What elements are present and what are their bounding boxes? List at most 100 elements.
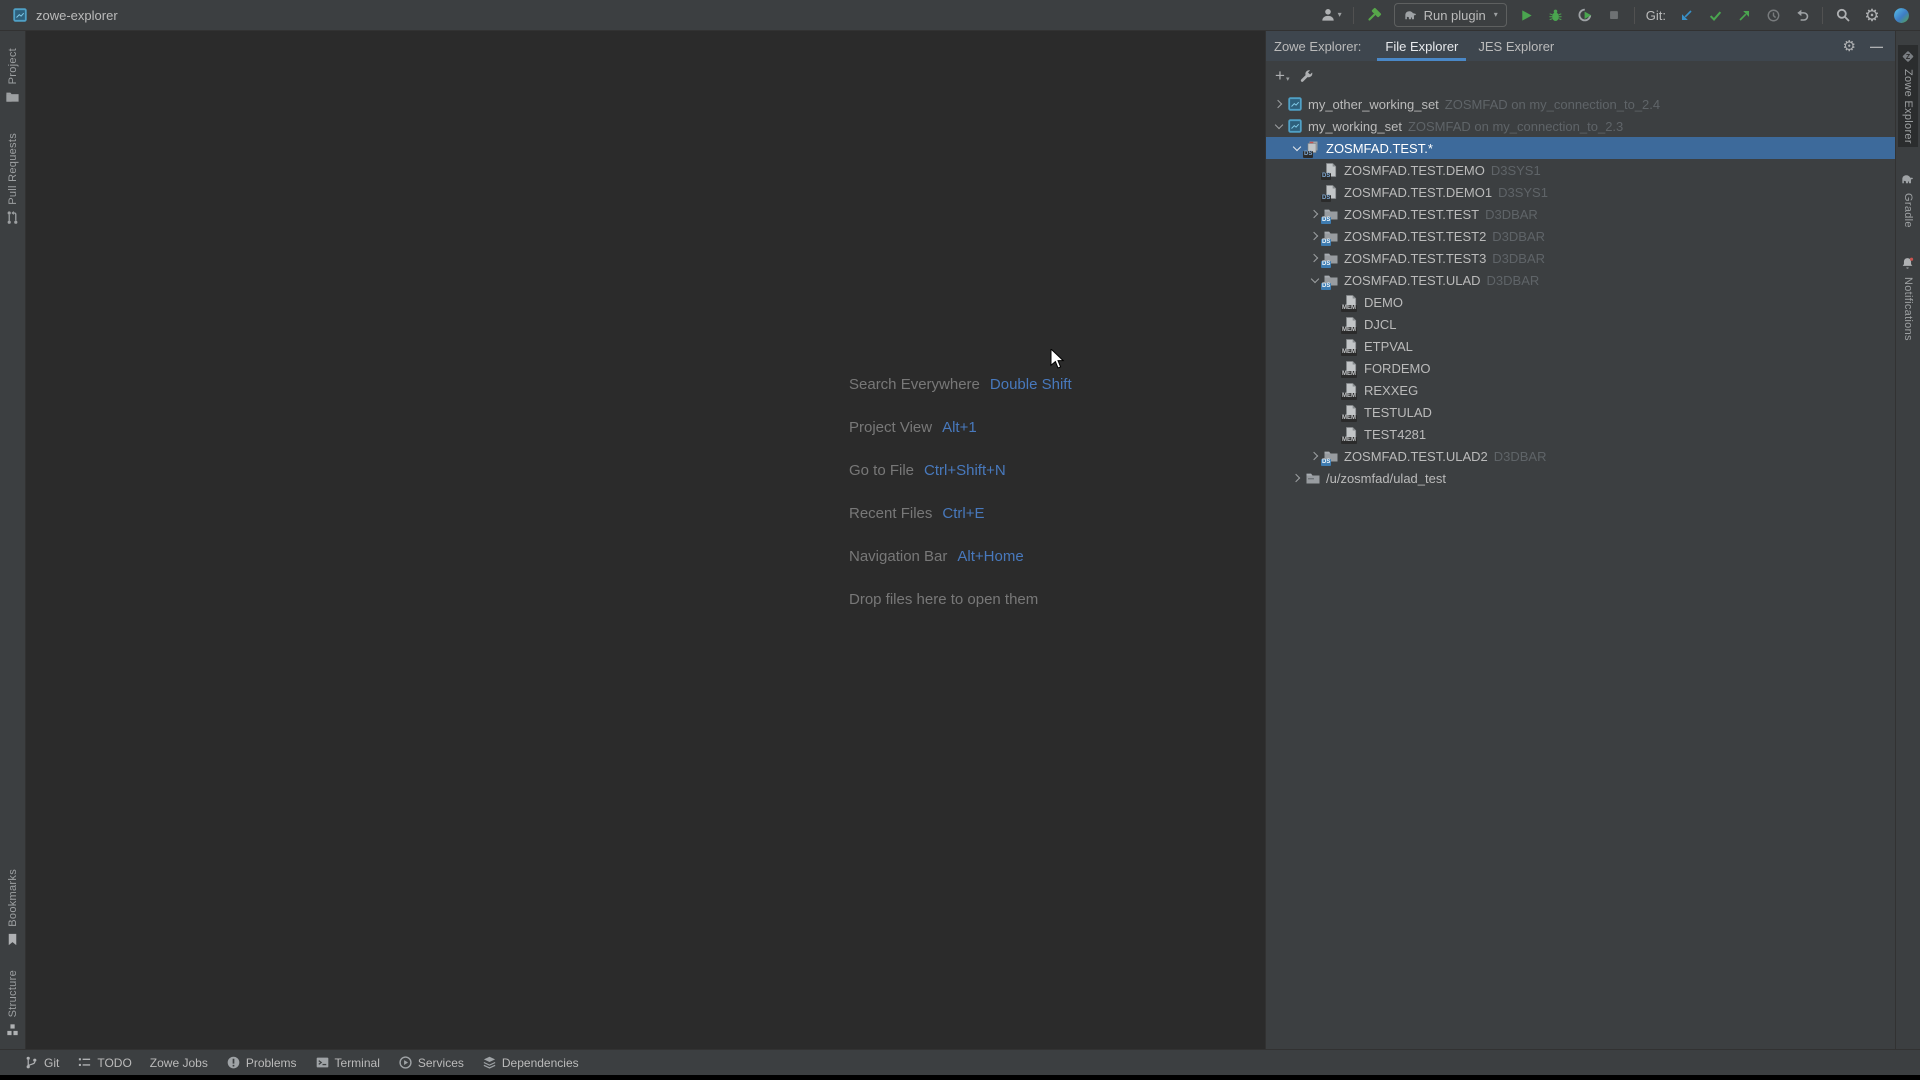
status-item-label: Zowe Jobs [150, 1056, 208, 1070]
toolbar-separator [1353, 7, 1354, 24]
tree-row[interactable]: ZOSMFAD.TEST.TEST2 D3DBAR [1266, 225, 1895, 247]
build-button[interactable] [1365, 4, 1383, 26]
settings-wrench-button[interactable] [1299, 69, 1314, 84]
tree-node-label: TEST4281 [1364, 427, 1426, 442]
stripe-button-label: Gradle [1902, 193, 1914, 228]
tree-row[interactable]: FORDEMO [1266, 357, 1895, 379]
status-bar-item[interactable]: Git [24, 1055, 59, 1070]
git-commit-button[interactable] [1706, 4, 1724, 26]
stripe-button[interactable]: Structure [3, 967, 23, 1041]
status-bar-item[interactable]: Problems [226, 1055, 297, 1070]
tree-node-suffix: D3DBAR [1485, 207, 1538, 222]
profile-avatar-button[interactable] [1892, 4, 1910, 26]
tree-node-suffix: D3DBAR [1494, 449, 1547, 464]
toolwindow-tab[interactable]: JES Explorer [1468, 31, 1564, 61]
stripe-button[interactable]: Pull Requests [3, 130, 23, 229]
status-bar-item[interactable]: Zowe Jobs [150, 1056, 208, 1070]
tree-row[interactable]: ZOSMFAD.TEST.TEST3 D3DBAR [1266, 247, 1895, 269]
toolbar-separator [1822, 7, 1823, 24]
tree-row[interactable]: ZOSMFAD.TEST.ULAD D3DBAR [1266, 269, 1895, 291]
left-stripe-bottom-group: Bookmarks Structure [3, 866, 23, 1041]
toolwindow-hide-button[interactable]: — [1870, 39, 1883, 54]
stripe-button[interactable]: Project [3, 45, 23, 108]
tree-row[interactable]: ZOSMFAD.TEST.* [1266, 137, 1895, 159]
hint-shortcut: Ctrl+E [942, 505, 984, 522]
stop-button[interactable] [1605, 4, 1623, 26]
tree-row[interactable]: DJCL [1266, 313, 1895, 335]
status-item-label: TODO [97, 1056, 131, 1070]
editor-hint: Recent FilesCtrl+E [849, 492, 1072, 535]
user-account-button[interactable]: ▾ [1320, 4, 1342, 26]
debug-button[interactable] [1547, 4, 1565, 26]
search-everywhere-button[interactable] [1834, 4, 1852, 26]
editor-hint: Search EverywhereDouble Shift [849, 363, 1072, 406]
tree-row[interactable]: DEMO [1266, 291, 1895, 313]
arrow-up-right-icon [1737, 8, 1752, 23]
tree-node-suffix: D3SYS1 [1498, 185, 1548, 200]
git-rollback-button[interactable] [1793, 4, 1811, 26]
tree-row[interactable]: ZOSMFAD.TEST.ULAD2 D3DBAR [1266, 445, 1895, 467]
tree-row[interactable]: ZOSMFAD.TEST.TEST D3DBAR [1266, 203, 1895, 225]
avatar-sphere-icon [1893, 7, 1910, 24]
hammer-icon [1365, 7, 1382, 24]
add-button[interactable]: + ▾ [1275, 69, 1289, 83]
editor-area: Search EverywhereDouble Shift Project Vi… [26, 31, 1265, 1049]
chevron-icon[interactable] [1271, 96, 1287, 112]
toolwindow-options-button[interactable]: ⚙ [1843, 39, 1856, 54]
services-icon [398, 1055, 413, 1070]
stripe-button-label: Notifications [1902, 277, 1914, 341]
status-bar-item[interactable]: TODO [77, 1055, 131, 1070]
play-icon [1519, 8, 1534, 23]
status-bar-item[interactable]: Terminal [315, 1055, 380, 1070]
stripe-button[interactable]: Gradle [1898, 169, 1918, 231]
stripe-button-label: Zowe Explorer [1902, 69, 1914, 144]
title-bar: zowe-explorer ▾ Run plugin ▾ [0, 0, 1920, 31]
status-bar-item[interactable]: Dependencies [482, 1055, 579, 1070]
hint-label: Project View [849, 419, 932, 436]
run-button[interactable] [1518, 4, 1536, 26]
tree-row[interactable]: ETPVAL [1266, 335, 1895, 357]
git-push-button[interactable] [1735, 4, 1753, 26]
git-history-button[interactable] [1764, 4, 1782, 26]
stop-icon [1607, 8, 1621, 22]
stripe-button[interactable]: Bookmarks [3, 866, 23, 951]
tree-row[interactable]: TEST4281 [1266, 423, 1895, 445]
pds-icon [1323, 272, 1339, 288]
problems-icon [226, 1055, 241, 1070]
chevron-icon[interactable] [1289, 470, 1305, 486]
hint-label: Navigation Bar [849, 548, 947, 565]
stripe-button[interactable]: Notifications [1898, 253, 1918, 344]
bottom-edge [0, 1075, 1920, 1080]
toolwindow-tab[interactable]: File Explorer [1375, 31, 1468, 61]
profiler-button[interactable] [1576, 4, 1594, 26]
member-icon [1343, 404, 1359, 420]
member-icon [1343, 360, 1359, 376]
pds-icon [1323, 228, 1339, 244]
pds-icon [1323, 206, 1339, 222]
tree-row[interactable]: ZOSMFAD.TEST.DEMO D3SYS1 [1266, 159, 1895, 181]
status-bar-item[interactable]: Services [398, 1055, 464, 1070]
tree-row[interactable]: REXXEG [1266, 379, 1895, 401]
hint-shortcut: Alt+Home [957, 548, 1023, 565]
settings-button[interactable]: ⚙ [1863, 4, 1881, 26]
folder-icon [5, 89, 21, 105]
chevron-down-icon: ▾ [1338, 11, 1342, 19]
tree-row[interactable]: my_other_working_set ZOSMFAD on my_conne… [1266, 93, 1895, 115]
chevron-icon[interactable] [1271, 118, 1287, 134]
tree-row[interactable]: my_working_set ZOSMFAD on my_connection_… [1266, 115, 1895, 137]
hint-label: Search Everywhere [849, 376, 980, 393]
tree-row[interactable]: ZOSMFAD.TEST.DEMO1 D3SYS1 [1266, 181, 1895, 203]
member-icon [1343, 426, 1359, 442]
stripe-button[interactable]: Z Zowe Explorer [1898, 45, 1918, 147]
app-icon [12, 7, 28, 23]
tree-node-label: ZOSMFAD.TEST.TEST [1344, 207, 1479, 222]
right-tool-stripe: Z Zowe Explorer Gradle Notifications [1895, 31, 1920, 1049]
run-configuration-combo[interactable]: Run plugin ▾ [1394, 3, 1507, 27]
tree-node-suffix: ZOSMFAD on my_connection_to_2.3 [1408, 119, 1623, 134]
git-update-button[interactable] [1677, 4, 1695, 26]
tree-row[interactable]: TESTULAD [1266, 401, 1895, 423]
tab-label: JES Explorer [1478, 39, 1554, 54]
tree-row[interactable]: /u/zosmfad/ulad_test [1266, 467, 1895, 489]
git-branch-icon [24, 1055, 39, 1070]
dataset-mask-icon [1305, 140, 1321, 156]
